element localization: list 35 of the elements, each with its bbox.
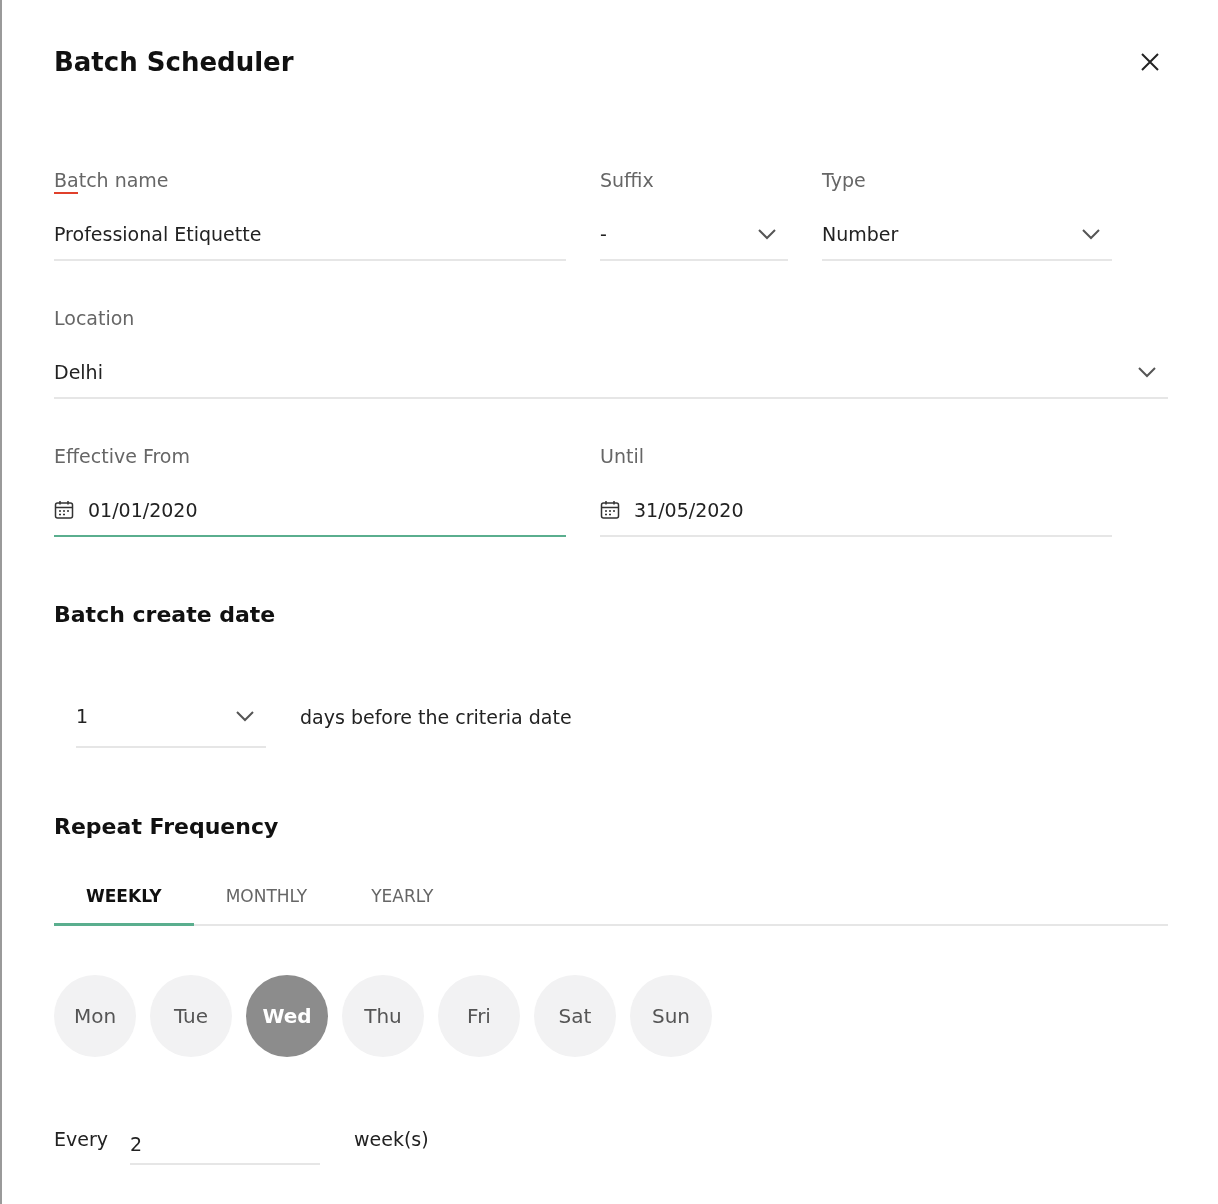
close-icon[interactable]: [1140, 52, 1160, 72]
chevron-down-icon: [758, 228, 776, 240]
chevron-down-icon: [236, 710, 254, 722]
dropdown-field[interactable]: -: [600, 219, 788, 261]
day-toggle[interactable]: Tue: [150, 975, 232, 1057]
dropdown-field[interactable]: Delhi: [54, 357, 1168, 399]
field-label: Until: [600, 444, 644, 469]
section-title: Batch create date: [54, 601, 277, 629]
every-label: Every: [54, 1128, 108, 1150]
unit-label: week(s): [354, 1128, 429, 1150]
field-label: Effective From: [54, 444, 190, 469]
field-label: Type: [822, 168, 866, 193]
calendar-icon: [600, 500, 620, 520]
input-field[interactable]: Professional Etiquette: [54, 219, 566, 261]
chevron-down-icon: [1082, 228, 1100, 240]
days-before-text: days before the criteria date: [300, 706, 572, 730]
date-field[interactable]: 31/05/2020: [600, 495, 1112, 537]
calendar-icon: [54, 500, 74, 520]
day-toggle[interactable]: Fri: [438, 975, 520, 1057]
day-toggle[interactable]: Sun: [630, 975, 712, 1057]
day-toggle[interactable]: Sat: [534, 975, 616, 1057]
date-field[interactable]: 01/01/2020: [54, 495, 566, 537]
day-toggle[interactable]: Thu: [342, 975, 424, 1057]
day-toggle[interactable]: Mon: [54, 975, 136, 1057]
frequency-tab[interactable]: WEEKLY: [54, 868, 194, 926]
chevron-down-icon: [1138, 366, 1156, 378]
dropdown-field[interactable]: 1: [76, 696, 266, 748]
frequency-tab[interactable]: MONTHLY: [193, 868, 340, 926]
dialog-title: Batch Scheduler: [54, 46, 294, 79]
dropdown-field[interactable]: Number: [822, 219, 1112, 261]
section-title: Repeat Frequency: [54, 813, 280, 841]
field-label: Suffix: [600, 168, 654, 193]
input-field[interactable]: 2: [130, 1113, 320, 1165]
field-label: Location: [54, 306, 135, 331]
frequency-tab[interactable]: YEARLY: [339, 868, 466, 926]
